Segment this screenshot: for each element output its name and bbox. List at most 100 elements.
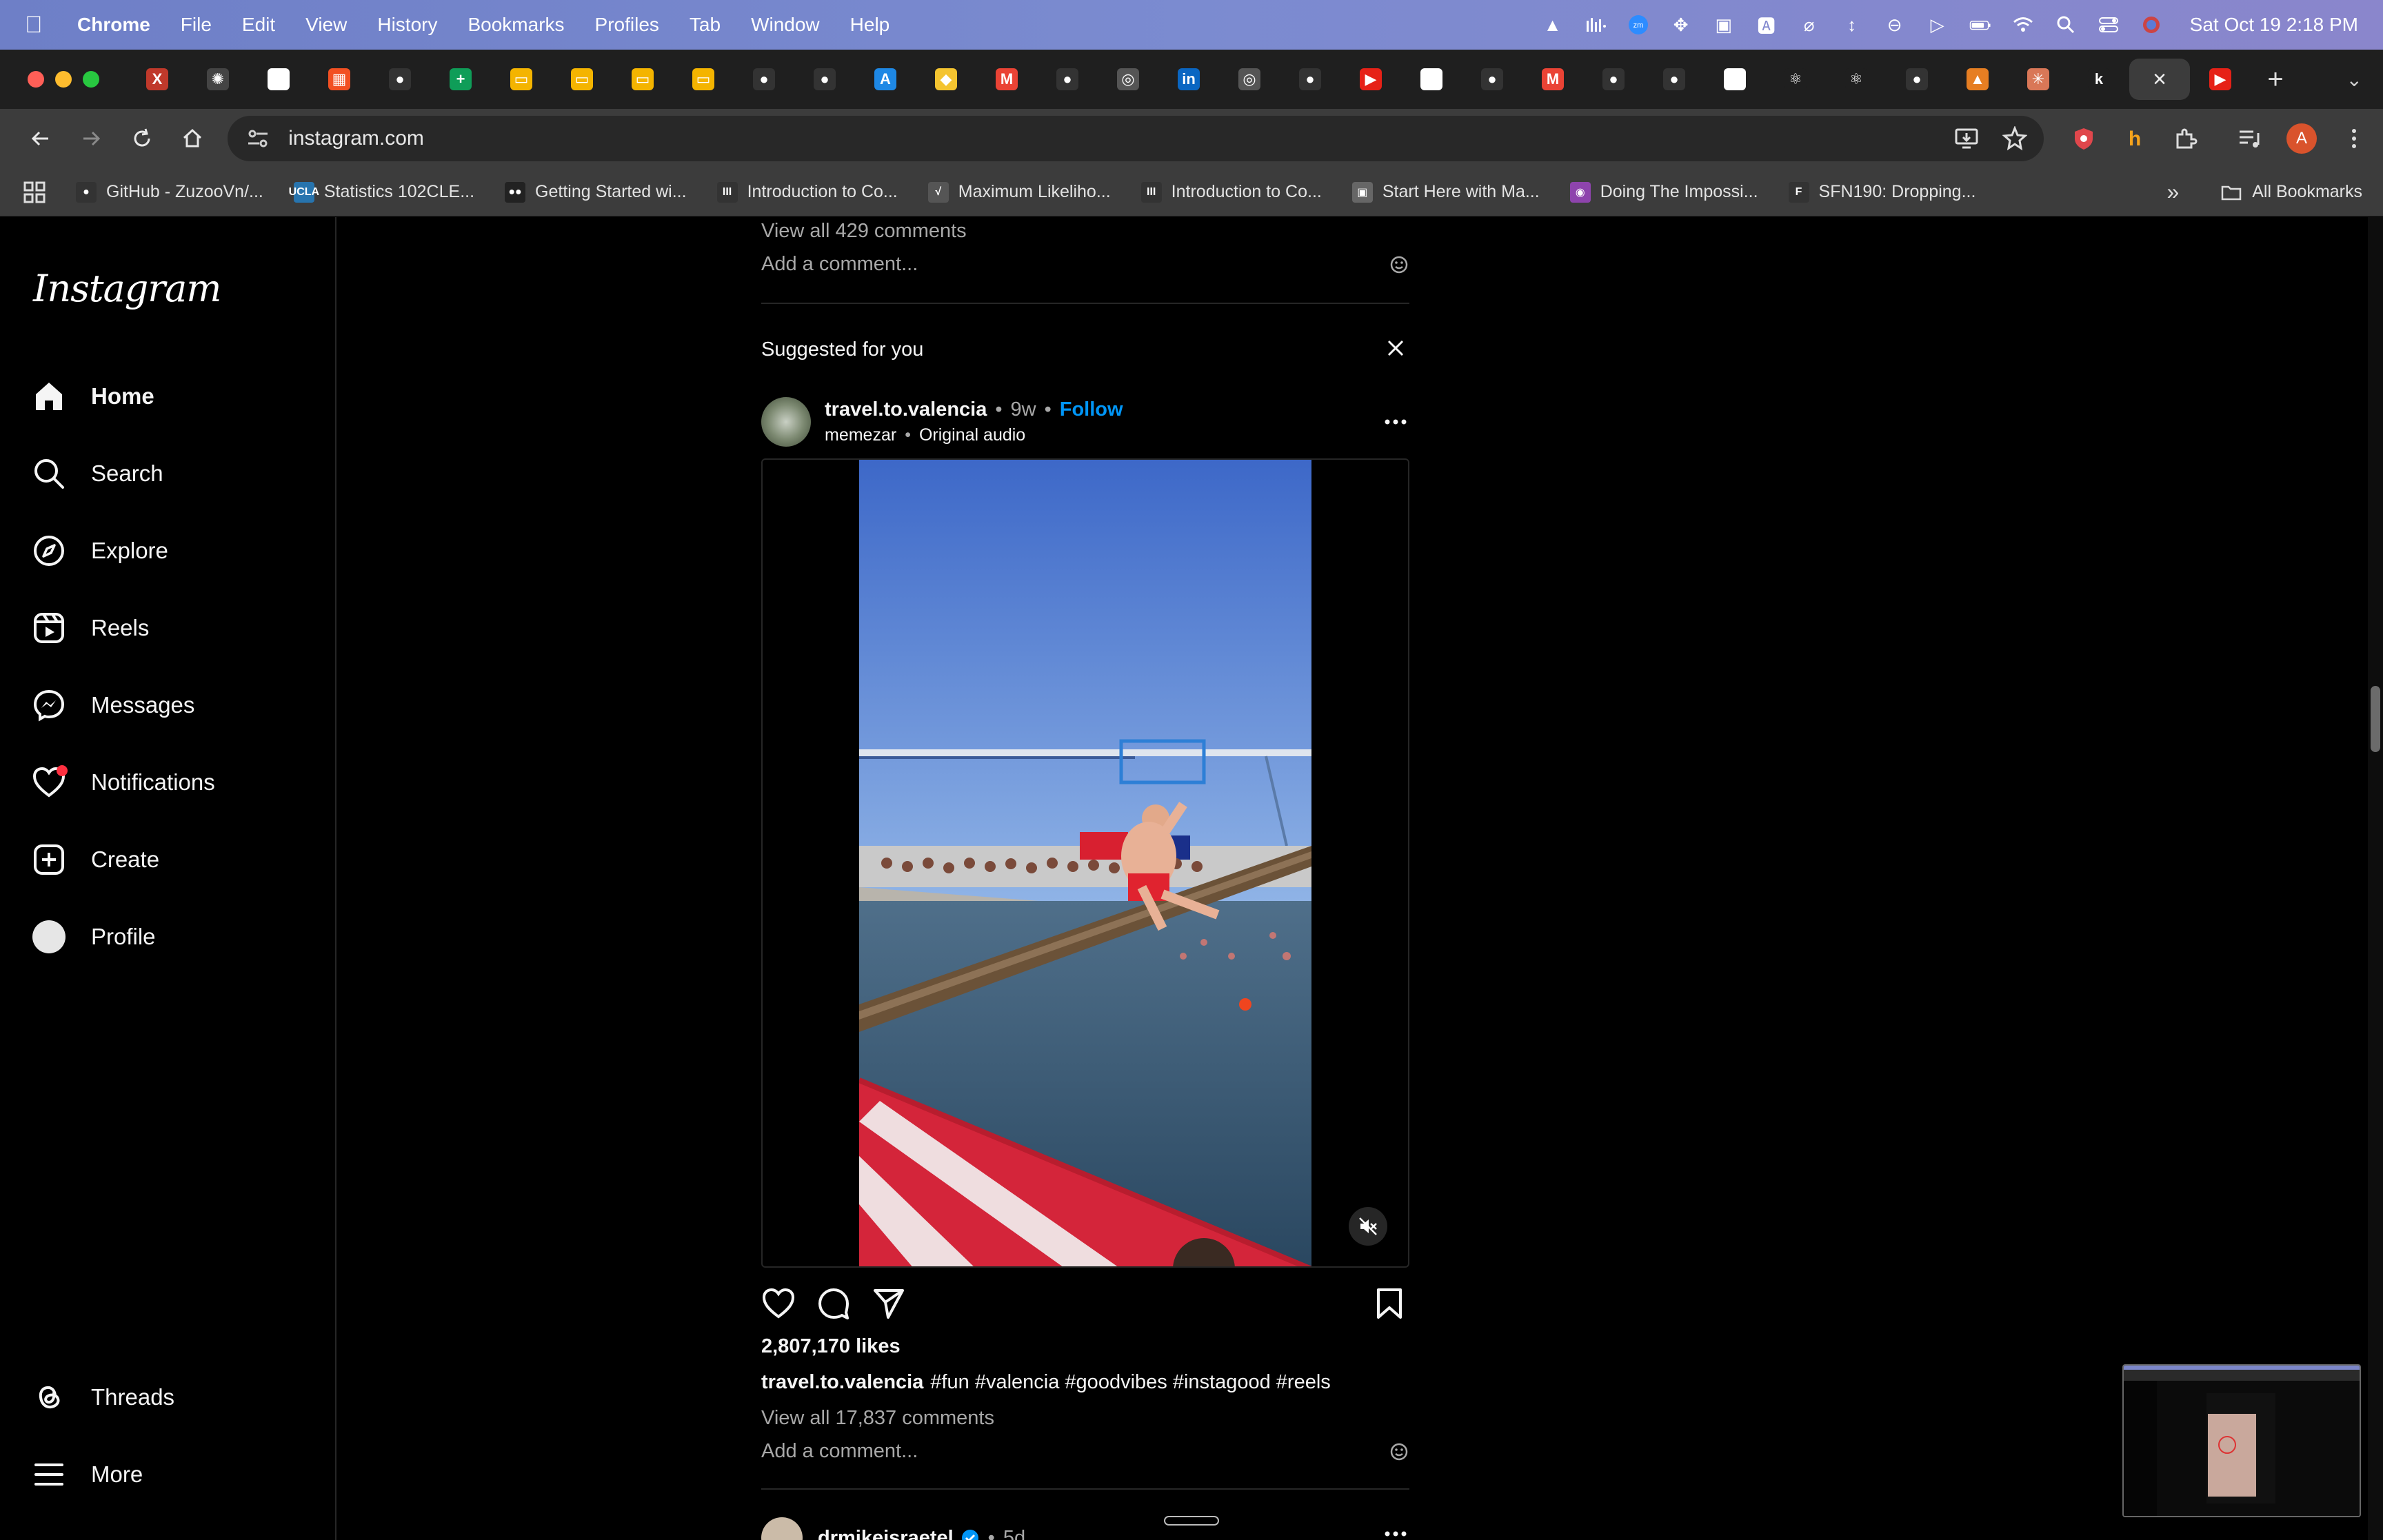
bookmark-star-icon[interactable]	[2002, 126, 2028, 151]
emoji-icon[interactable]	[1389, 1441, 1409, 1462]
reel-video[interactable]	[859, 460, 1311, 1266]
tab-gmail-14[interactable]: M	[976, 59, 1037, 100]
media-controls-icon[interactable]	[2235, 125, 2263, 152]
tab-react-28[interactable]: ⚛	[1826, 59, 1887, 100]
vector-app-icon[interactable]: ▲	[1542, 14, 1564, 36]
tab-chrome-18[interactable]: ◎	[1219, 59, 1280, 100]
battery-icon[interactable]	[1969, 14, 1991, 36]
tab-github-22[interactable]: ●	[1462, 59, 1522, 100]
menu-history[interactable]: History	[377, 14, 437, 36]
tab-github-10[interactable]: ●	[734, 59, 794, 100]
close-icon[interactable]	[1382, 334, 1409, 362]
post-time[interactable]: 9w	[1011, 398, 1036, 421]
audio-user[interactable]: memezar	[825, 425, 896, 445]
menu-edit[interactable]: Edit	[242, 14, 275, 36]
address-bar[interactable]: instagram.com	[228, 116, 2044, 161]
follow-button[interactable]: Follow	[1060, 398, 1123, 421]
tab-github-4[interactable]: ●	[370, 59, 430, 100]
tab-github-11[interactable]: ●	[794, 59, 855, 100]
more-options-icon[interactable]	[1382, 408, 1409, 436]
tab-active-instagram[interactable]: ×	[2129, 59, 2190, 100]
menu-help[interactable]: Help	[850, 14, 890, 36]
menu-bookmarks[interactable]: Bookmarks	[467, 14, 564, 36]
bookmark-item[interactable]: ◉ Doing The Impossi...	[1569, 181, 1758, 203]
audio-title[interactable]: Original audio	[919, 425, 1025, 445]
post-username[interactable]: travel.to.valencia	[825, 398, 987, 421]
spotlight-search-icon[interactable]	[2055, 14, 2077, 36]
url-text[interactable]: instagram.com	[288, 127, 1954, 150]
tab-claude-31[interactable]: ✳	[2008, 59, 2069, 100]
bookmark-item[interactable]: ▣ Start Here with Ma...	[1351, 181, 1540, 203]
chrome-menu-icon[interactable]	[2340, 125, 2368, 152]
post-media[interactable]	[761, 458, 1409, 1268]
new-tab-button[interactable]: +	[2251, 59, 2300, 100]
zoom-window-button[interactable]	[83, 71, 99, 88]
bookmark-item[interactable]: III Introduction to Co...	[716, 181, 898, 203]
screenshot-thumbnail-preview[interactable]	[2122, 1364, 2361, 1517]
zoom-icon[interactable]: zm	[1627, 14, 1649, 36]
tab-gmail-23[interactable]: M	[1522, 59, 1583, 100]
tab-github-15[interactable]: ●	[1037, 59, 1098, 100]
nav-home[interactable]: Home	[30, 369, 313, 424]
bookmark-item[interactable]: UCLA Statistics 102CLE...	[289, 181, 474, 203]
nav-reels[interactable]: Reels	[30, 600, 313, 656]
menu-file[interactable]: File	[181, 14, 212, 36]
tab-medium-21[interactable]: ●●	[1401, 59, 1462, 100]
bookmark-item[interactable]: ●● Getting Started wi...	[505, 181, 687, 203]
emoji-icon[interactable]	[1389, 254, 1409, 275]
add-comment-row[interactable]: Add a comment...	[761, 1440, 1409, 1463]
tab-slides-8[interactable]: ▭	[612, 59, 673, 100]
nav-create[interactable]: Create	[30, 832, 313, 887]
close-window-button[interactable]	[28, 71, 44, 88]
shield-extension-icon[interactable]	[2070, 125, 2098, 152]
prev-add-comment-row[interactable]: Add a comment...	[761, 253, 1409, 276]
tab-badge-13[interactable]: ◆	[916, 59, 976, 100]
caption-hashtags[interactable]: #fun #valencia #goodvibes #instagood #re…	[930, 1371, 1330, 1393]
clipboard-icon[interactable]: ▣	[1713, 14, 1735, 36]
site-info-icon[interactable]	[244, 125, 272, 152]
menu-view[interactable]: View	[305, 14, 347, 36]
home-button[interactable]	[168, 118, 219, 159]
tab-slides-7[interactable]: ▭	[552, 59, 612, 100]
instagram-logo[interactable]: Instagram	[33, 267, 221, 310]
nav-profile[interactable]: Profile	[30, 909, 313, 964]
wifi-icon[interactable]	[2012, 14, 2034, 36]
tab-github-19[interactable]: ●	[1280, 59, 1340, 100]
tab-youtube-20[interactable]: ▶	[1340, 59, 1401, 100]
close-tab-icon[interactable]: ×	[2149, 66, 2171, 92]
save-button[interactable]	[1372, 1286, 1409, 1324]
cursor-app-icon[interactable]: ✥	[1670, 14, 1692, 36]
tab-chrome-16[interactable]: ◎	[1098, 59, 1158, 100]
post-author-avatar[interactable]	[761, 397, 811, 447]
tab-slides-6[interactable]: ▭	[491, 59, 552, 100]
tab-github-29[interactable]: ●	[1887, 59, 1947, 100]
nav-messages[interactable]: Messages	[30, 678, 313, 733]
siri-icon[interactable]	[2140, 14, 2162, 36]
like-button[interactable]	[761, 1286, 798, 1324]
nav-notifications[interactable]: Notifications	[30, 755, 313, 810]
like-count[interactable]: 2,807,170 likes	[761, 1335, 901, 1358]
bookmark-item[interactable]: III Introduction to Co...	[1140, 181, 1322, 203]
apps-grid-icon[interactable]	[21, 179, 48, 206]
tab-github-25[interactable]: ●	[1644, 59, 1705, 100]
menu-app-name[interactable]: Chrome	[77, 14, 150, 36]
reload-button[interactable]	[117, 118, 168, 159]
apple-menu-icon[interactable]: 	[25, 12, 52, 39]
honey-extension-icon[interactable]: h	[2121, 125, 2149, 152]
next-post-avatar[interactable]	[761, 1517, 803, 1540]
paperclip-icon[interactable]: ⌀	[1798, 14, 1820, 36]
share-button[interactable]	[872, 1286, 909, 1324]
back-button[interactable]	[15, 118, 66, 159]
tab-react-27[interactable]: ⚛	[1765, 59, 1826, 100]
tab-github-24[interactable]: ●	[1583, 59, 1644, 100]
nav-threads[interactable]: Threads	[30, 1370, 313, 1425]
prev-view-all-comments[interactable]: View all 429 comments	[761, 220, 967, 243]
nav-more[interactable]: More	[30, 1447, 313, 1502]
tab-google-2[interactable]: G	[248, 59, 309, 100]
tab-x-logo-0[interactable]: X	[127, 59, 188, 100]
menu-profiles[interactable]: Profiles	[595, 14, 659, 36]
play-circle-icon[interactable]: ▷	[1927, 14, 1949, 36]
forward-button[interactable]	[66, 118, 117, 159]
install-app-icon[interactable]	[1954, 126, 1979, 151]
mute-button[interactable]	[1349, 1207, 1387, 1246]
